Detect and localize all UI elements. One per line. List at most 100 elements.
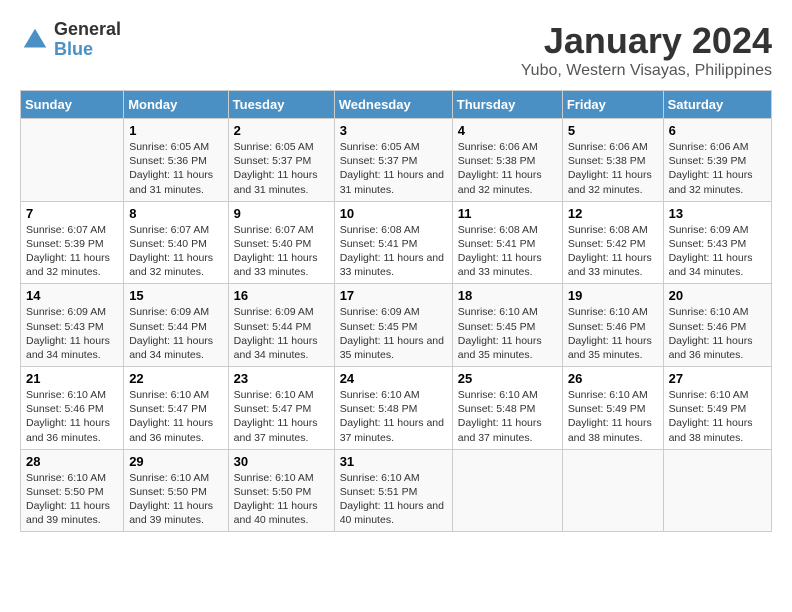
day-number: 9 bbox=[234, 206, 329, 221]
calendar-cell: 15 Sunrise: 6:09 AMSunset: 5:44 PMDayligh… bbox=[124, 284, 228, 367]
day-number: 6 bbox=[669, 123, 766, 138]
day-info: Sunrise: 6:10 AMSunset: 5:51 PMDaylight:… bbox=[340, 471, 447, 528]
day-number: 18 bbox=[458, 288, 557, 303]
day-header-thursday: Thursday bbox=[452, 91, 562, 119]
calendar-cell: 16Sunrise: 6:09 AMSunset: 5:44 PMDayligh… bbox=[228, 284, 334, 367]
calendar-cell: 20 Sunrise: 6:10 AMSunset: 5:46 PMDayligh… bbox=[663, 284, 771, 367]
day-number: 11 bbox=[458, 206, 557, 221]
calendar-cell: 8 Sunrise: 6:07 AMSunset: 5:40 PMDaylight… bbox=[124, 201, 228, 284]
day-info: Sunrise: 6:09 AMSunset: 5:43 PMDaylight:… bbox=[669, 223, 766, 280]
header-row: SundayMondayTuesdayWednesdayThursdayFrid… bbox=[21, 91, 772, 119]
calendar-cell: 14Sunrise: 6:09 AMSunset: 5:43 PMDayligh… bbox=[21, 284, 124, 367]
day-number: 19 bbox=[568, 288, 658, 303]
week-row-5: 28Sunrise: 6:10 AMSunset: 5:50 PMDayligh… bbox=[21, 449, 772, 532]
day-number: 2 bbox=[234, 123, 329, 138]
week-row-1: 1 Sunrise: 6:05 AMSunset: 5:36 PMDaylight… bbox=[21, 119, 772, 202]
day-number: 26 bbox=[568, 371, 658, 386]
day-info: Sunrise: 6:08 AMSunset: 5:41 PMDaylight:… bbox=[340, 223, 447, 280]
calendar-cell: 6 Sunrise: 6:06 AMSunset: 5:39 PMDaylight… bbox=[663, 119, 771, 202]
day-number: 21 bbox=[26, 371, 118, 386]
day-header-friday: Friday bbox=[562, 91, 663, 119]
calendar-cell: 23Sunrise: 6:10 AMSunset: 5:47 PMDayligh… bbox=[228, 367, 334, 450]
day-info: Sunrise: 6:10 AMSunset: 5:50 PMDaylight:… bbox=[234, 471, 329, 528]
logo: General Blue bbox=[20, 20, 121, 60]
day-number: 14 bbox=[26, 288, 118, 303]
day-number: 31 bbox=[340, 454, 447, 469]
day-info: Sunrise: 6:09 AMSunset: 5:45 PMDaylight:… bbox=[340, 305, 447, 362]
day-info: Sunrise: 6:06 AMSunset: 5:39 PMDaylight:… bbox=[669, 140, 766, 197]
day-number: 8 bbox=[129, 206, 222, 221]
day-info: Sunrise: 6:07 AMSunset: 5:39 PMDaylight:… bbox=[26, 223, 118, 280]
day-header-monday: Monday bbox=[124, 91, 228, 119]
calendar-cell: 2 Sunrise: 6:05 AMSunset: 5:37 PMDaylight… bbox=[228, 119, 334, 202]
day-info: Sunrise: 6:10 AMSunset: 5:48 PMDaylight:… bbox=[340, 388, 447, 445]
day-number: 30 bbox=[234, 454, 329, 469]
day-info: Sunrise: 6:10 AMSunset: 5:48 PMDaylight:… bbox=[458, 388, 557, 445]
calendar-cell: 4Sunrise: 6:06 AMSunset: 5:38 PMDaylight… bbox=[452, 119, 562, 202]
calendar-cell: 18 Sunrise: 6:10 AMSunset: 5:45 PMDayligh… bbox=[452, 284, 562, 367]
day-info: Sunrise: 6:10 AMSunset: 5:49 PMDaylight:… bbox=[669, 388, 766, 445]
day-number: 13 bbox=[669, 206, 766, 221]
calendar-cell: 22Sunrise: 6:10 AMSunset: 5:47 PMDayligh… bbox=[124, 367, 228, 450]
calendar-cell: 26 Sunrise: 6:10 AMSunset: 5:49 PMDayligh… bbox=[562, 367, 663, 450]
day-number: 1 bbox=[129, 123, 222, 138]
day-info: Sunrise: 6:09 AMSunset: 5:44 PMDaylight:… bbox=[129, 305, 222, 362]
calendar-cell: 17Sunrise: 6:09 AMSunset: 5:45 PMDayligh… bbox=[334, 284, 452, 367]
calendar-table: SundayMondayTuesdayWednesdayThursdayFrid… bbox=[20, 90, 772, 532]
day-number: 22 bbox=[129, 371, 222, 386]
calendar-cell: 28Sunrise: 6:10 AMSunset: 5:50 PMDayligh… bbox=[21, 449, 124, 532]
calendar-cell: 31 Sunrise: 6:10 AMSunset: 5:51 PMDayligh… bbox=[334, 449, 452, 532]
calendar-cell bbox=[21, 119, 124, 202]
calendar-cell: 24 Sunrise: 6:10 AMSunset: 5:48 PMDayligh… bbox=[334, 367, 452, 450]
logo-text: General Blue bbox=[54, 20, 121, 60]
day-info: Sunrise: 6:10 AMSunset: 5:47 PMDaylight:… bbox=[234, 388, 329, 445]
calendar-cell: 25 Sunrise: 6:10 AMSunset: 5:48 PMDayligh… bbox=[452, 367, 562, 450]
day-header-tuesday: Tuesday bbox=[228, 91, 334, 119]
day-number: 12 bbox=[568, 206, 658, 221]
day-info: Sunrise: 6:10 AMSunset: 5:50 PMDaylight:… bbox=[26, 471, 118, 528]
day-info: Sunrise: 6:10 AMSunset: 5:50 PMDaylight:… bbox=[129, 471, 222, 528]
calendar-cell: 3Sunrise: 6:05 AMSunset: 5:37 PMDaylight… bbox=[334, 119, 452, 202]
calendar-cell: 19Sunrise: 6:10 AMSunset: 5:46 PMDayligh… bbox=[562, 284, 663, 367]
day-info: Sunrise: 6:10 AMSunset: 5:46 PMDaylight:… bbox=[669, 305, 766, 362]
week-row-2: 7 Sunrise: 6:07 AMSunset: 5:39 PMDaylight… bbox=[21, 201, 772, 284]
calendar-cell: 5 Sunrise: 6:06 AMSunset: 5:38 PMDaylight… bbox=[562, 119, 663, 202]
day-info: Sunrise: 6:10 AMSunset: 5:46 PMDaylight:… bbox=[26, 388, 118, 445]
day-number: 10 bbox=[340, 206, 447, 221]
day-header-saturday: Saturday bbox=[663, 91, 771, 119]
day-info: Sunrise: 6:06 AMSunset: 5:38 PMDaylight:… bbox=[568, 140, 658, 197]
day-number: 7 bbox=[26, 206, 118, 221]
calendar-cell: 29 Sunrise: 6:10 AMSunset: 5:50 PMDayligh… bbox=[124, 449, 228, 532]
day-info: Sunrise: 6:10 AMSunset: 5:45 PMDaylight:… bbox=[458, 305, 557, 362]
location-title: Yubo, Western Visayas, Philippines bbox=[521, 62, 772, 80]
calendar-cell: 1 Sunrise: 6:05 AMSunset: 5:36 PMDaylight… bbox=[124, 119, 228, 202]
calendar-cell bbox=[562, 449, 663, 532]
calendar-cell: 9Sunrise: 6:07 AMSunset: 5:40 PMDaylight… bbox=[228, 201, 334, 284]
calendar-cell: 11Sunrise: 6:08 AMSunset: 5:41 PMDayligh… bbox=[452, 201, 562, 284]
calendar-cell: 13 Sunrise: 6:09 AMSunset: 5:43 PMDayligh… bbox=[663, 201, 771, 284]
day-number: 4 bbox=[458, 123, 557, 138]
day-number: 5 bbox=[568, 123, 658, 138]
day-number: 27 bbox=[669, 371, 766, 386]
day-info: Sunrise: 6:07 AMSunset: 5:40 PMDaylight:… bbox=[129, 223, 222, 280]
logo-icon bbox=[20, 25, 50, 55]
day-number: 15 bbox=[129, 288, 222, 303]
day-info: Sunrise: 6:08 AMSunset: 5:42 PMDaylight:… bbox=[568, 223, 658, 280]
day-number: 20 bbox=[669, 288, 766, 303]
day-info: Sunrise: 6:05 AMSunset: 5:37 PMDaylight:… bbox=[340, 140, 447, 197]
day-info: Sunrise: 6:05 AMSunset: 5:36 PMDaylight:… bbox=[129, 140, 222, 197]
day-number: 29 bbox=[129, 454, 222, 469]
calendar-cell: 21 Sunrise: 6:10 AMSunset: 5:46 PMDayligh… bbox=[21, 367, 124, 450]
month-title: January 2024 bbox=[521, 20, 772, 62]
day-info: Sunrise: 6:09 AMSunset: 5:44 PMDaylight:… bbox=[234, 305, 329, 362]
day-header-wednesday: Wednesday bbox=[334, 91, 452, 119]
day-number: 25 bbox=[458, 371, 557, 386]
day-number: 24 bbox=[340, 371, 447, 386]
calendar-cell: 10 Sunrise: 6:08 AMSunset: 5:41 PMDayligh… bbox=[334, 201, 452, 284]
calendar-cell: 7 Sunrise: 6:07 AMSunset: 5:39 PMDaylight… bbox=[21, 201, 124, 284]
logo-blue: Blue bbox=[54, 40, 121, 60]
day-info: Sunrise: 6:10 AMSunset: 5:49 PMDaylight:… bbox=[568, 388, 658, 445]
calendar-cell bbox=[663, 449, 771, 532]
week-row-4: 21 Sunrise: 6:10 AMSunset: 5:46 PMDayligh… bbox=[21, 367, 772, 450]
day-info: Sunrise: 6:05 AMSunset: 5:37 PMDaylight:… bbox=[234, 140, 329, 197]
